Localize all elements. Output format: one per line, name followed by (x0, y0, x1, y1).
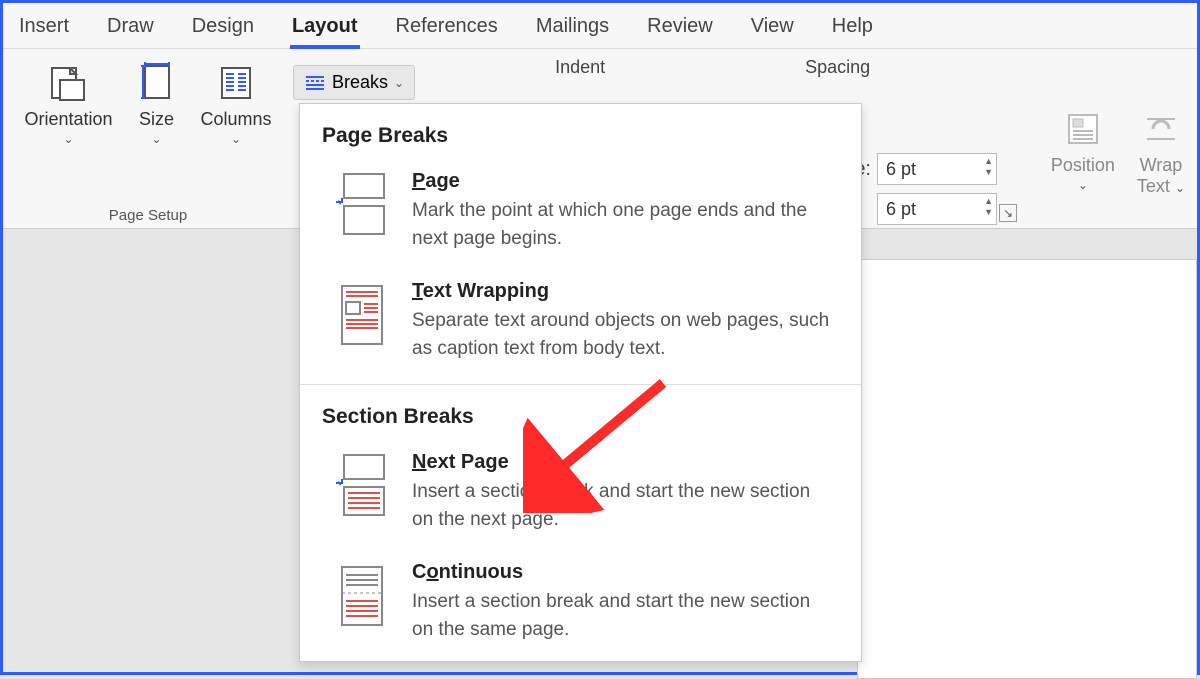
tab-help[interactable]: Help (830, 7, 875, 48)
position-button[interactable]: Position ⌄ (1049, 103, 1117, 201)
annotation-arrow (523, 373, 683, 513)
spacing-before-input[interactable]: 6 pt ▲▼ (877, 153, 997, 185)
group-page-setup: Orientation ⌄ Size ⌄ Columns ⌄ Page Setu… (3, 49, 293, 228)
break-page-item[interactable]: Page Mark the point at which one page en… (300, 160, 861, 270)
size-label: Size (139, 109, 174, 130)
chevron-down-icon: ⌄ (231, 132, 241, 146)
group-arrange: Position ⌄ Wrap Text ⌄ (1049, 103, 1187, 201)
breaks-icon (304, 74, 326, 92)
orientation-label: Orientation (24, 109, 112, 130)
tab-draw[interactable]: Draw (105, 7, 156, 48)
dialog-launcher-icon[interactable]: ↘ (999, 204, 1017, 222)
spacing-before-value: 6 pt (886, 159, 916, 180)
spacing-heading: Spacing (805, 57, 870, 78)
break-page-desc: Mark the point at which one page ends an… (412, 197, 832, 252)
size-button[interactable]: Size ⌄ (133, 57, 181, 150)
orientation-icon (46, 61, 90, 105)
break-textwrap-item[interactable]: Text Wrapping Separate text around objec… (300, 270, 861, 380)
break-textwrap-title: Text Wrapping (412, 280, 832, 303)
break-continuous-item[interactable]: Continuous Insert a section break and st… (300, 551, 861, 661)
spinner-arrows-icon[interactable]: ▲▼ (984, 196, 993, 218)
spacing-inputs: e: 6 pt ▲▼ e: 6 pt ▲▼ (854, 153, 997, 225)
tab-design[interactable]: Design (190, 7, 256, 48)
wrap-text-icon (1139, 107, 1183, 151)
columns-button[interactable]: Columns ⌄ (199, 57, 274, 150)
breaks-button[interactable]: Breaks ⌄ (293, 65, 415, 100)
continuous-icon (334, 561, 390, 631)
columns-label: Columns (201, 109, 272, 130)
page-break-icon (334, 170, 390, 240)
chevron-down-icon: ⌄ (63, 132, 73, 146)
break-continuous-title: Continuous (412, 561, 832, 584)
tab-references[interactable]: References (394, 7, 500, 48)
indent-heading: Indent (555, 57, 605, 78)
document-page[interactable] (857, 259, 1197, 679)
spacing-after-value: 6 pt (886, 199, 916, 220)
tab-layout[interactable]: Layout (290, 7, 360, 48)
tab-view[interactable]: View (749, 7, 796, 48)
wrap-label2: Text (1137, 176, 1170, 196)
break-page-title: Page (412, 170, 832, 193)
chevron-down-icon: ⌄ (151, 132, 161, 146)
page-breaks-heading: Page Breaks (300, 104, 861, 160)
ribbon-tabs: Insert Draw Design Layout References Mai… (3, 3, 1197, 49)
size-icon (135, 61, 179, 105)
chevron-down-icon: ⌄ (1078, 178, 1088, 192)
wrap-label1: Wrap (1140, 155, 1183, 176)
group-name-page-setup: Page Setup (109, 201, 187, 224)
spacing-after-input[interactable]: 6 pt ▲▼ (877, 193, 997, 225)
columns-icon (214, 61, 258, 105)
break-continuous-desc: Insert a section break and start the new… (412, 588, 832, 643)
wrap-text-button[interactable]: Wrap Text ⌄ (1135, 103, 1187, 201)
chevron-down-icon: ⌄ (394, 76, 404, 90)
breaks-label: Breaks (332, 72, 388, 93)
position-icon (1061, 107, 1105, 151)
break-textwrap-desc: Separate text around objects on web page… (412, 307, 832, 362)
chevron-down-icon: ⌄ (1175, 181, 1185, 195)
tab-review[interactable]: Review (645, 7, 715, 48)
next-page-icon (334, 451, 390, 521)
text-wrapping-icon (334, 280, 390, 350)
tab-mailings[interactable]: Mailings (534, 7, 611, 48)
spinner-arrows-icon[interactable]: ▲▼ (984, 156, 993, 178)
position-label: Position (1051, 155, 1115, 176)
tab-insert[interactable]: Insert (17, 7, 71, 48)
orientation-button[interactable]: Orientation ⌄ (22, 57, 114, 150)
